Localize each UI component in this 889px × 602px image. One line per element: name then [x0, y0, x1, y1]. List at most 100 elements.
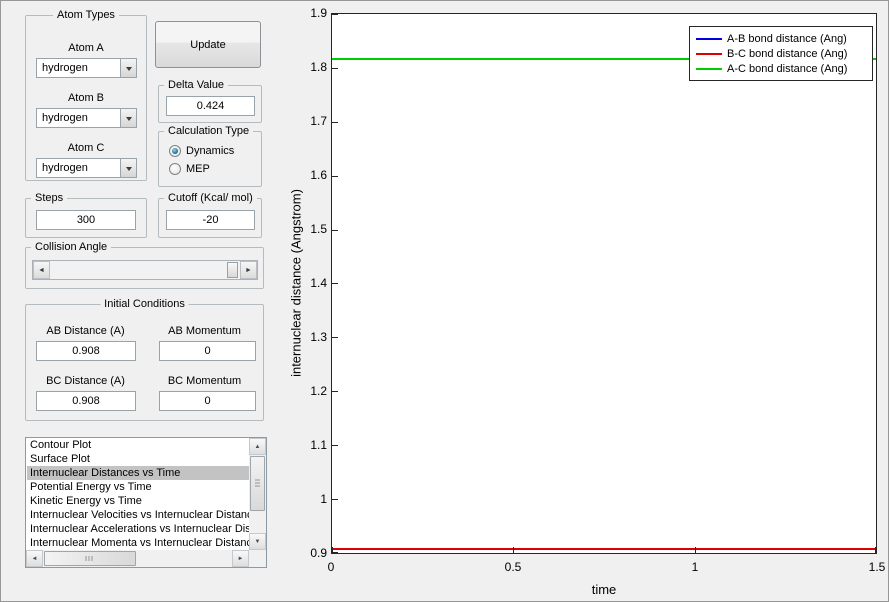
x-tick	[513, 547, 514, 553]
atom-a-value: hydrogen	[42, 62, 88, 74]
atom-c-value: hydrogen	[42, 162, 88, 174]
ab-distance-field[interactable]: 0.908	[36, 341, 136, 361]
scroll-up-icon[interactable]: ▲	[249, 438, 266, 455]
series-bc-line	[332, 547, 876, 550]
y-tick	[332, 14, 338, 15]
bc-distance-label: BC Distance (A)	[46, 375, 125, 387]
ab-momentum-field[interactable]: 0	[159, 341, 256, 361]
atom-b-value: hydrogen	[42, 112, 88, 124]
vertical-scrollbar[interactable]: ▲ ▼	[249, 438, 266, 550]
cutoff-panel: Cutoff (Kcal/ mol) -20	[158, 192, 262, 238]
y-tick	[332, 499, 338, 500]
x-axis-label: time	[591, 582, 617, 597]
mep-radio[interactable]: MEP	[169, 162, 210, 176]
ab-momentum-label: AB Momentum	[168, 325, 241, 337]
list-item[interactable]: Internuclear Momenta vs Internuclear Dis…	[27, 536, 249, 550]
calculation-type-title: Calculation Type	[164, 125, 254, 138]
scroll-right-icon[interactable]: ►	[232, 550, 249, 567]
collision-angle-slider[interactable]: ◄ ►	[32, 260, 258, 280]
y-tick	[332, 391, 338, 392]
legend-entry: B-C bond distance (Ang)	[690, 46, 872, 61]
chart-legend: A-B bond distance (Ang) B-C bond distanc…	[689, 26, 873, 81]
collision-angle-panel: Collision Angle ◄ ►	[25, 241, 264, 289]
legend-line-swatch	[696, 37, 722, 40]
delta-value-panel: Delta Value 0.424	[158, 79, 262, 123]
y-tick	[332, 445, 338, 446]
radio-dot-icon[interactable]	[169, 145, 181, 157]
bc-momentum-label: BC Momentum	[167, 375, 242, 387]
slider-track[interactable]	[50, 261, 240, 279]
legend-label: A-B bond distance (Ang)	[727, 32, 847, 45]
initial-conditions-panel: Initial Conditions AB Distance (A) AB Mo…	[25, 298, 264, 421]
list-item[interactable]: Surface Plot	[27, 452, 249, 466]
atom-c-select[interactable]: hydrogen	[36, 158, 137, 178]
y-tick	[332, 337, 338, 338]
list-item[interactable]: Contour Plot	[27, 438, 249, 452]
atom-b-label: Atom B	[67, 92, 105, 104]
x-tick-label: 1	[691, 560, 699, 574]
legend-entry: A-B bond distance (Ang)	[690, 31, 872, 46]
list-item[interactable]: Potential Energy vs Time	[27, 480, 249, 494]
update-button[interactable]: Update	[155, 21, 261, 68]
y-tick-label: 1.5	[310, 222, 327, 236]
scrollbar-corner	[249, 550, 266, 567]
y-tick-label: 1.4	[310, 276, 327, 290]
y-tick-label: 1.3	[310, 330, 327, 344]
list-item[interactable]: Internuclear Distances vs Time	[27, 466, 249, 480]
chevron-down-icon[interactable]	[120, 109, 136, 127]
collision-angle-title: Collision Angle	[31, 241, 112, 254]
initial-conditions-title: Initial Conditions	[100, 298, 189, 311]
atom-types-panel: Atom Types Atom A hydrogen Atom B hydrog…	[25, 9, 147, 181]
steps-panel: Steps 300	[25, 192, 147, 238]
bc-distance-field[interactable]: 0.908	[36, 391, 136, 411]
y-tick	[332, 552, 338, 553]
legend-label: B-C bond distance (Ang)	[727, 47, 848, 60]
list-item[interactable]: Internuclear Velocities vs Internuclear …	[27, 508, 249, 522]
radio-dot-icon[interactable]	[169, 163, 181, 175]
slider-right-arrow-icon[interactable]: ►	[240, 261, 257, 279]
x-tick-label: 1.5	[868, 560, 886, 574]
delta-value-title: Delta Value	[164, 79, 229, 92]
cutoff-field[interactable]: -20	[166, 210, 255, 230]
legend-entry: A-C bond distance (Ang)	[690, 61, 872, 76]
horizontal-scrollbar[interactable]: ◄ ►	[26, 550, 249, 567]
list-item[interactable]: Internuclear Accelerations vs Internucle…	[27, 522, 249, 536]
x-tick-label: 0	[327, 560, 335, 574]
scroll-left-icon[interactable]: ◄	[26, 550, 43, 567]
atom-b-select[interactable]: hydrogen	[36, 108, 137, 128]
atom-c-label: Atom C	[67, 142, 105, 154]
y-tick-label: 1.2	[310, 384, 327, 398]
list-item[interactable]: Kinetic Energy vs Time	[27, 494, 249, 508]
y-tick-label: 0.9	[310, 546, 327, 560]
atom-a-select[interactable]: hydrogen	[36, 58, 137, 78]
y-tick	[332, 68, 338, 69]
x-tick-label: 0.5	[504, 560, 522, 574]
delta-value-field[interactable]: 0.424	[166, 96, 255, 116]
steps-title: Steps	[31, 192, 68, 205]
scroll-down-icon[interactable]: ▼	[249, 533, 266, 550]
y-tick-label: 1.7	[310, 114, 327, 128]
slider-thumb[interactable]	[227, 262, 238, 278]
y-tick	[332, 283, 338, 284]
ab-distance-label: AB Distance (A)	[46, 325, 125, 337]
legend-label: A-C bond distance (Ang)	[727, 62, 848, 75]
plot-type-listbox[interactable]: Contour Plot Surface Plot Internuclear D…	[25, 437, 267, 568]
dynamics-radio-label: Dynamics	[186, 145, 235, 157]
cutoff-title: Cutoff (Kcal/ mol)	[164, 192, 257, 205]
atom-types-title: Atom Types	[53, 9, 119, 22]
y-tick-label: 1.9	[310, 6, 327, 20]
plot-area: A-B bond distance (Ang) B-C bond distanc…	[331, 13, 877, 554]
slider-left-arrow-icon[interactable]: ◄	[33, 261, 50, 279]
chevron-down-icon[interactable]	[120, 159, 136, 177]
y-tick-label: 1.6	[310, 168, 327, 182]
x-tick	[875, 547, 876, 553]
plot-type-list: Contour Plot Surface Plot Internuclear D…	[27, 438, 249, 550]
vertical-scroll-thumb[interactable]	[250, 456, 265, 511]
mep-radio-label: MEP	[186, 163, 210, 175]
y-tick-label: 1.8	[310, 60, 327, 74]
bc-momentum-field[interactable]: 0	[159, 391, 256, 411]
chevron-down-icon[interactable]	[120, 59, 136, 77]
steps-field[interactable]: 300	[36, 210, 136, 230]
dynamics-radio[interactable]: Dynamics	[169, 144, 234, 158]
horizontal-scroll-thumb[interactable]	[44, 551, 136, 566]
